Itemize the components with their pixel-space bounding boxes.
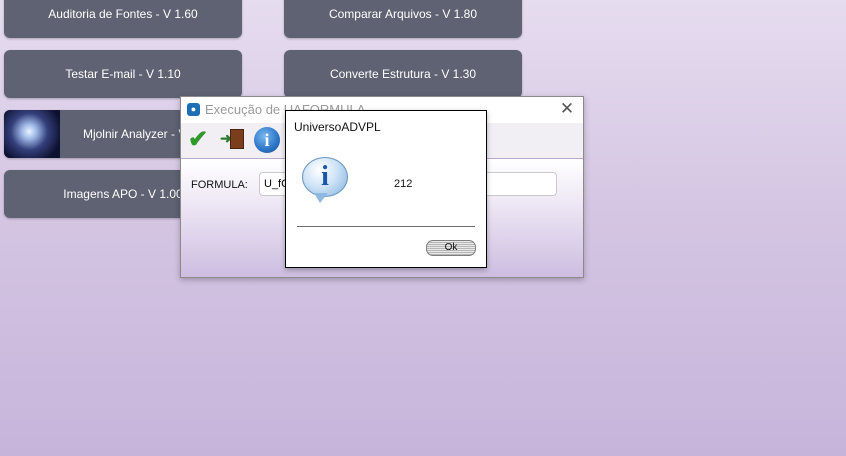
tile-label: Testar E-mail - V 1.10 <box>65 67 181 81</box>
message-text: 212 <box>394 178 413 190</box>
tile-comparar-arquivos[interactable]: Comparar Arquivos - V 1.80 <box>284 0 522 38</box>
tile-label: Imagens APO - V 1.00 <box>63 187 183 201</box>
ok-button[interactable]: Ok <box>426 240 476 256</box>
bubble-tail <box>314 193 328 203</box>
message-box: UniversoADVPL i 212 Ok <box>285 110 487 268</box>
exit-door-icon[interactable]: ➜ <box>219 125 245 155</box>
mjolnir-thumbnail <box>4 110 60 158</box>
info-icon[interactable]: i <box>254 127 280 153</box>
divider <box>297 226 475 227</box>
tile-label: Comparar Arquivos - V 1.80 <box>328 7 478 21</box>
formula-label: FORMULA: <box>191 179 248 191</box>
door-icon <box>230 129 244 149</box>
info-icon: i <box>302 157 348 197</box>
tile-testar-email[interactable]: Testar E-mail - V 1.10 <box>4 50 242 98</box>
check-icon[interactable]: ✔ <box>185 125 211 155</box>
app-icon: ● <box>187 103 200 116</box>
tile-converte-estrutura[interactable]: Converte Estrutura - V 1.30 <box>284 50 522 98</box>
message-box-title: UniversoADVPL <box>294 120 381 134</box>
close-icon[interactable]: ✕ <box>559 100 575 118</box>
tile-auditoria-de-fontes[interactable]: Auditoria de Fontes - V 1.60 <box>4 0 242 38</box>
tile-label: Auditoria de Fontes - V 1.60 <box>48 7 198 21</box>
tile-label: Converte Estrutura - V 1.30 <box>329 67 477 81</box>
